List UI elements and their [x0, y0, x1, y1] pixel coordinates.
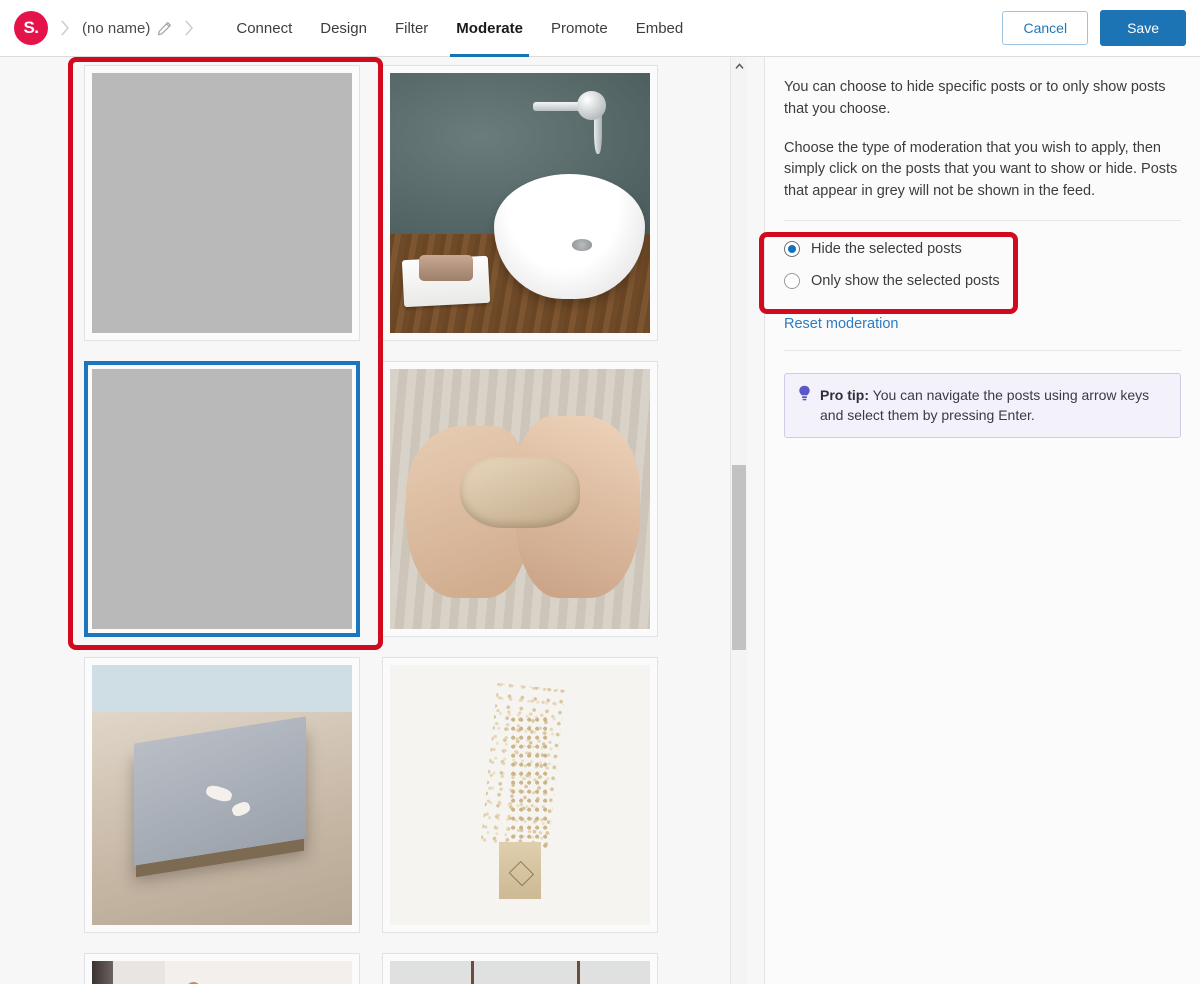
top-bar: S. (no name) Connect Design Filter Moder…	[0, 0, 1200, 57]
moderation-settings-panel: You can choose to hide specific posts or…	[764, 57, 1200, 984]
post-card-hand-foam[interactable]	[84, 361, 360, 637]
post-image-mirror-frame	[92, 961, 352, 984]
instructions-paragraph-2: Choose the type of moderation that you w…	[784, 139, 1178, 200]
radio-label-only-show: Only show the selected posts	[811, 272, 1000, 289]
post-card-mirror-frame[interactable]	[84, 953, 360, 984]
panel-divider-bottom	[784, 349, 1181, 351]
post-thumbnail	[92, 665, 352, 925]
breadcrumb-chevron-icon	[60, 20, 70, 36]
radio-button-icon[interactable]	[784, 272, 800, 289]
post-image-oat-pour	[390, 665, 650, 925]
panel-body: You can choose to hide specific posts or…	[765, 57, 1200, 439]
post-image-hands-soap	[390, 369, 650, 629]
post-grid-pane	[0, 57, 747, 984]
radio-label-hide: Hide the selected posts	[811, 240, 962, 257]
breadcrumb-feed-name: (no name)	[82, 19, 151, 37]
reset-moderation-link[interactable]: Reset moderation	[784, 316, 898, 332]
save-button[interactable]: Save	[1100, 10, 1186, 46]
tab-moderate[interactable]: Moderate	[442, 0, 537, 57]
post-image-grey-soap-bar	[92, 665, 352, 925]
breadcrumb-chevron-icon-2	[184, 20, 194, 36]
post-thumbnail	[390, 665, 650, 925]
tab-promote[interactable]: Promote	[537, 0, 622, 57]
post-thumbnail	[92, 961, 352, 984]
post-card-grey-soap-bar[interactable]	[84, 657, 360, 933]
tab-design[interactable]: Design	[306, 0, 381, 57]
post-thumbnail	[390, 369, 650, 629]
post-card-hands-soap[interactable]	[382, 361, 658, 637]
chevron-up-icon[interactable]	[731, 57, 747, 75]
post-thumbnail	[390, 961, 650, 984]
post-card-oat-pour[interactable]	[382, 657, 658, 933]
post-image-hand-foam	[92, 369, 352, 629]
radio-hide-selected-posts[interactable]: Hide the selected posts	[784, 233, 1181, 265]
tab-connect[interactable]: Connect	[222, 0, 306, 57]
post-image-shower-tiles	[92, 73, 352, 333]
main-area: You can choose to hide specific posts or…	[0, 57, 1200, 984]
grid-scrollbar[interactable]	[730, 57, 747, 984]
instructions-paragraph-1: You can choose to hide specific posts or…	[784, 79, 1166, 117]
pro-tip-prefix: Pro tip:	[820, 386, 869, 403]
radio-button-icon[interactable]	[784, 240, 800, 257]
pro-tip-callout: Pro tip: You can navigate the posts usin…	[784, 372, 1181, 439]
topbar-actions: Cancel Save	[1002, 10, 1186, 46]
post-thumbnail	[390, 73, 650, 333]
tab-embed[interactable]: Embed	[622, 0, 698, 57]
tab-filter[interactable]: Filter	[381, 0, 442, 57]
moderation-type-radio-group: Hide the selected posts Only show the se…	[784, 221, 1181, 307]
post-image-sink-basin	[390, 73, 650, 333]
post-grid	[84, 65, 662, 984]
pro-tip-text: Pro tip: You can navigate the posts usin…	[820, 385, 1167, 426]
nav-tabs: Connect Design Filter Moderate Promote E…	[222, 0, 697, 57]
lightbulb-icon	[798, 385, 811, 426]
radio-only-show-selected-posts[interactable]: Only show the selected posts	[784, 265, 1181, 297]
post-card-sink-basin[interactable]	[382, 65, 658, 341]
post-thumbnail	[92, 73, 352, 333]
scrollbar-thumb[interactable]	[732, 465, 746, 650]
pro-tip-body: You can navigate the posts using arrow k…	[820, 386, 1150, 424]
app-logo[interactable]: S.	[14, 11, 48, 45]
cancel-button[interactable]: Cancel	[1002, 11, 1089, 45]
post-thumbnail	[92, 369, 352, 629]
post-image-tiled-wall	[390, 961, 650, 984]
post-card-shower-tiles[interactable]	[84, 65, 360, 341]
post-card-tiled-wall[interactable]	[382, 953, 658, 984]
pencil-icon[interactable]	[157, 21, 172, 36]
